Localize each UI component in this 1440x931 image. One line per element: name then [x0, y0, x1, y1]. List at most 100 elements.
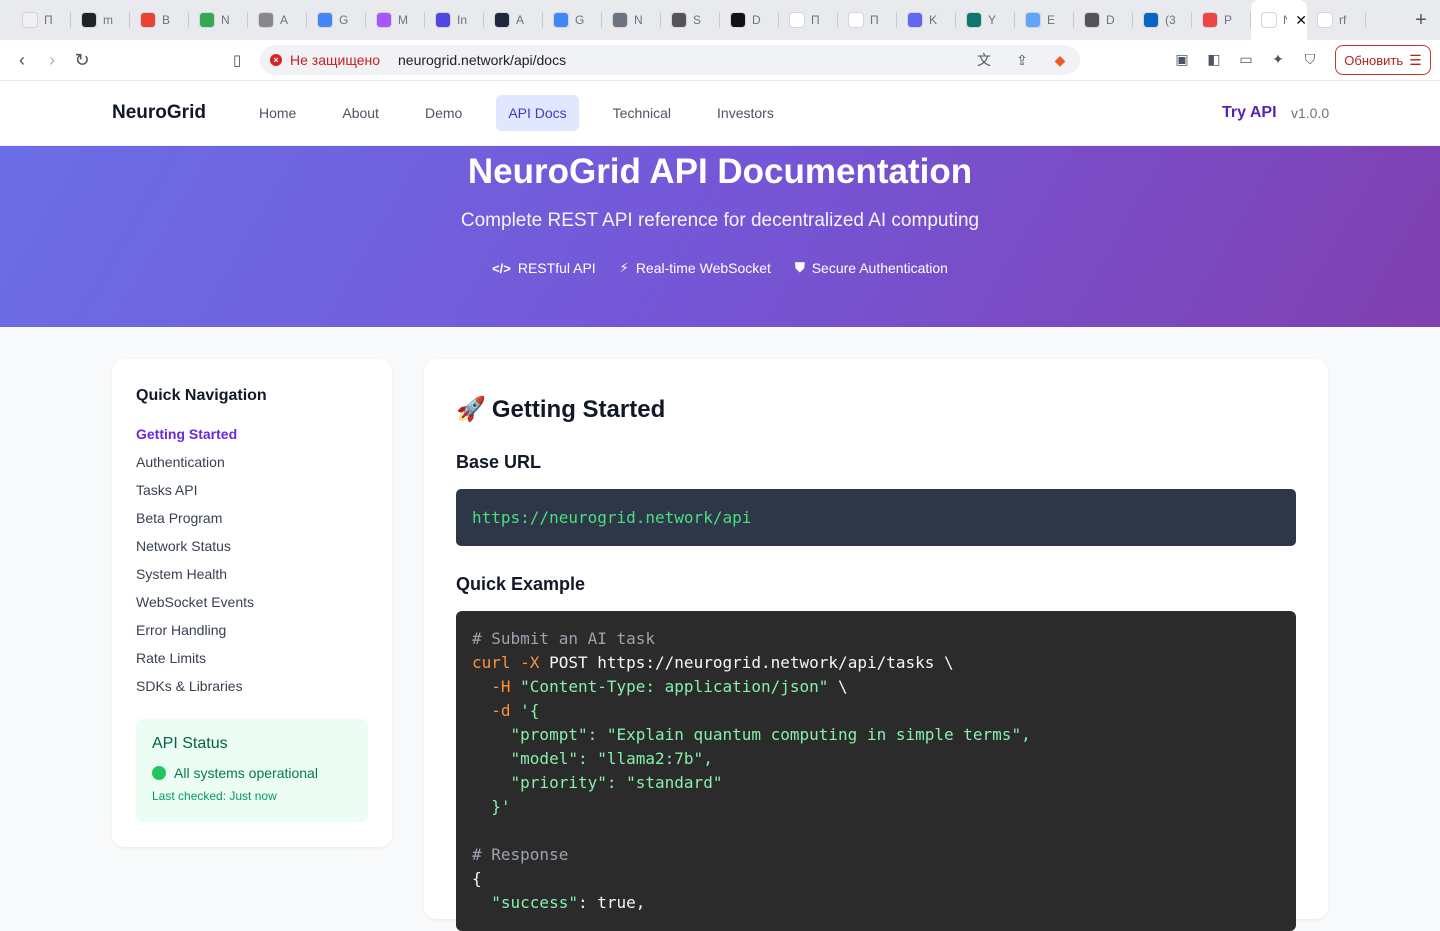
browser-tab[interactable]: П: [12, 0, 71, 40]
globe-icon: [671, 12, 687, 28]
nav-api-docs[interactable]: API Docs: [496, 95, 578, 131]
sidebar-item-tasks-api[interactable]: Tasks API: [136, 482, 368, 510]
code-line: }': [472, 797, 511, 816]
update-button[interactable]: Обновить ☰: [1335, 45, 1431, 75]
vpn-icon[interactable]: ⛉: [1300, 49, 1320, 69]
code-line: "prompt": "Explain quantum computing in …: [472, 725, 1031, 744]
google-icon: [1317, 12, 1333, 28]
nav-home[interactable]: Home: [247, 95, 308, 131]
code-line: "model": "llama2:7b",: [472, 749, 713, 768]
browser-tab[interactable]: (3: [1133, 0, 1192, 40]
tab-title: N: [221, 13, 233, 27]
quick-example-code[interactable]: # Submit an AI task curl -X POST https:/…: [456, 611, 1296, 931]
nav-technical[interactable]: Technical: [601, 95, 683, 131]
tab-title: In: [457, 13, 469, 27]
sidebar-item-system-health[interactable]: System Health: [136, 566, 368, 594]
browser-tab[interactable]: N: [189, 0, 248, 40]
close-tab-icon[interactable]: ✕: [1295, 12, 1307, 29]
site-logo[interactable]: NeuroGrid: [112, 102, 206, 124]
code-token: POST https://neurogrid.network/api/tasks…: [539, 653, 953, 672]
browser-tab[interactable]: S: [661, 0, 720, 40]
nav-investors[interactable]: Investors: [705, 95, 786, 131]
browser-tab[interactable]: B: [130, 0, 189, 40]
wallet-icon[interactable]: ▭: [1236, 49, 1256, 69]
main-nav: Home About Demo API Docs Technical Inves…: [247, 95, 808, 131]
sidebar-list: Getting Started Authentication Tasks API…: [136, 426, 368, 706]
badge-label: RESTful API: [518, 260, 596, 276]
browser-tab[interactable]: Y: [956, 0, 1015, 40]
sidebar-toggle-icon[interactable]: ◧: [1204, 49, 1224, 69]
browser-tab[interactable]: A: [248, 0, 307, 40]
browser-tab[interactable]: P: [1192, 0, 1251, 40]
share-icon[interactable]: ⇪: [1012, 50, 1032, 70]
leo-ai-icon[interactable]: ✦: [1268, 49, 1288, 69]
sidebar-item-error-handling[interactable]: Error Handling: [136, 622, 368, 650]
try-api-link[interactable]: Try API: [1222, 104, 1277, 122]
sidebar-item-beta-program[interactable]: Beta Program: [136, 510, 368, 538]
base-url-code[interactable]: https://neurogrid.network/api: [456, 489, 1296, 546]
app-icon: [730, 12, 746, 28]
browser-tab[interactable]: N✕: [1251, 0, 1307, 40]
brave-shield-icon[interactable]: ◆: [1050, 50, 1070, 70]
tab-title: rf: [1339, 13, 1351, 27]
gemini-icon: [553, 12, 569, 28]
browser-tab[interactable]: П: [779, 0, 838, 40]
sidebar-item-getting-started[interactable]: Getting Started: [136, 426, 368, 454]
section-title-text: Getting Started: [492, 396, 665, 424]
tab-title: П: [870, 13, 882, 27]
browser-tab[interactable]: D: [720, 0, 779, 40]
badge-label: Secure Authentication: [812, 260, 948, 276]
translate-icon: [317, 12, 333, 28]
status-title: API Status: [152, 735, 352, 753]
status-checked: Last checked: Just now: [152, 789, 352, 803]
app-icon: [22, 12, 38, 28]
code-line: # Submit an AI task: [472, 629, 655, 648]
code-line: {: [472, 869, 482, 888]
browser-tab[interactable]: K: [897, 0, 956, 40]
forward-icon[interactable]: ›: [40, 48, 64, 72]
code-token: -X: [511, 653, 540, 672]
browser-tab[interactable]: N: [602, 0, 661, 40]
security-indicator[interactable]: × Не защищено: [270, 52, 380, 68]
back-icon[interactable]: ‹: [10, 48, 34, 72]
browser-tab[interactable]: E: [1015, 0, 1074, 40]
tab-title: П: [811, 13, 823, 27]
globe-icon: [1084, 12, 1100, 28]
app-icon: [258, 12, 274, 28]
tab-title: A: [516, 13, 528, 27]
tab-title: N: [634, 13, 646, 27]
feature-badges: </> RESTful API ⚡︎ Real-time WebSocket ⛊…: [0, 260, 1440, 276]
nav-demo[interactable]: Demo: [413, 95, 474, 131]
browser-tab[interactable]: A: [484, 0, 543, 40]
browser-tab[interactable]: G: [543, 0, 602, 40]
browser-tab[interactable]: m: [71, 0, 130, 40]
new-tab-icon[interactable]: +: [1406, 5, 1436, 35]
base-url-heading: Base URL: [456, 452, 1296, 473]
browser-tab[interactable]: rf: [1307, 0, 1366, 40]
address-bar[interactable]: × Не защищено neurogrid.network/api/docs…: [260, 45, 1080, 75]
tab-title: Y: [988, 13, 1000, 27]
browser-tab[interactable]: D: [1074, 0, 1133, 40]
reader-mode-icon[interactable]: ▣: [1172, 49, 1192, 69]
nav-about[interactable]: About: [330, 95, 391, 131]
app-icon: [848, 12, 864, 28]
tab-title: B: [162, 13, 174, 27]
browser-tab[interactable]: In: [425, 0, 484, 40]
reload-icon[interactable]: ↻: [70, 48, 94, 72]
sidebar-item-authentication[interactable]: Authentication: [136, 454, 368, 482]
tab-title: D: [752, 13, 764, 27]
browser-tab[interactable]: M: [366, 0, 425, 40]
sidebar-item-websocket-events[interactable]: WebSocket Events: [136, 594, 368, 622]
tab-title: E: [1047, 13, 1059, 27]
browser-tab[interactable]: G: [307, 0, 366, 40]
badge-websocket: ⚡︎ Real-time WebSocket: [620, 260, 771, 276]
sidebar-item-sdks[interactable]: SDKs & Libraries: [136, 678, 368, 706]
sidebar-item-rate-limits[interactable]: Rate Limits: [136, 650, 368, 678]
bookmark-icon[interactable]: ▯: [225, 48, 249, 72]
sidebar-item-network-status[interactable]: Network Status: [136, 538, 368, 566]
translate-icon[interactable]: 文: [974, 50, 994, 70]
browser-tab[interactable]: П: [838, 0, 897, 40]
code-token: curl: [472, 653, 511, 672]
url-text[interactable]: neurogrid.network/api/docs: [398, 52, 566, 68]
code-token: \: [828, 677, 847, 696]
